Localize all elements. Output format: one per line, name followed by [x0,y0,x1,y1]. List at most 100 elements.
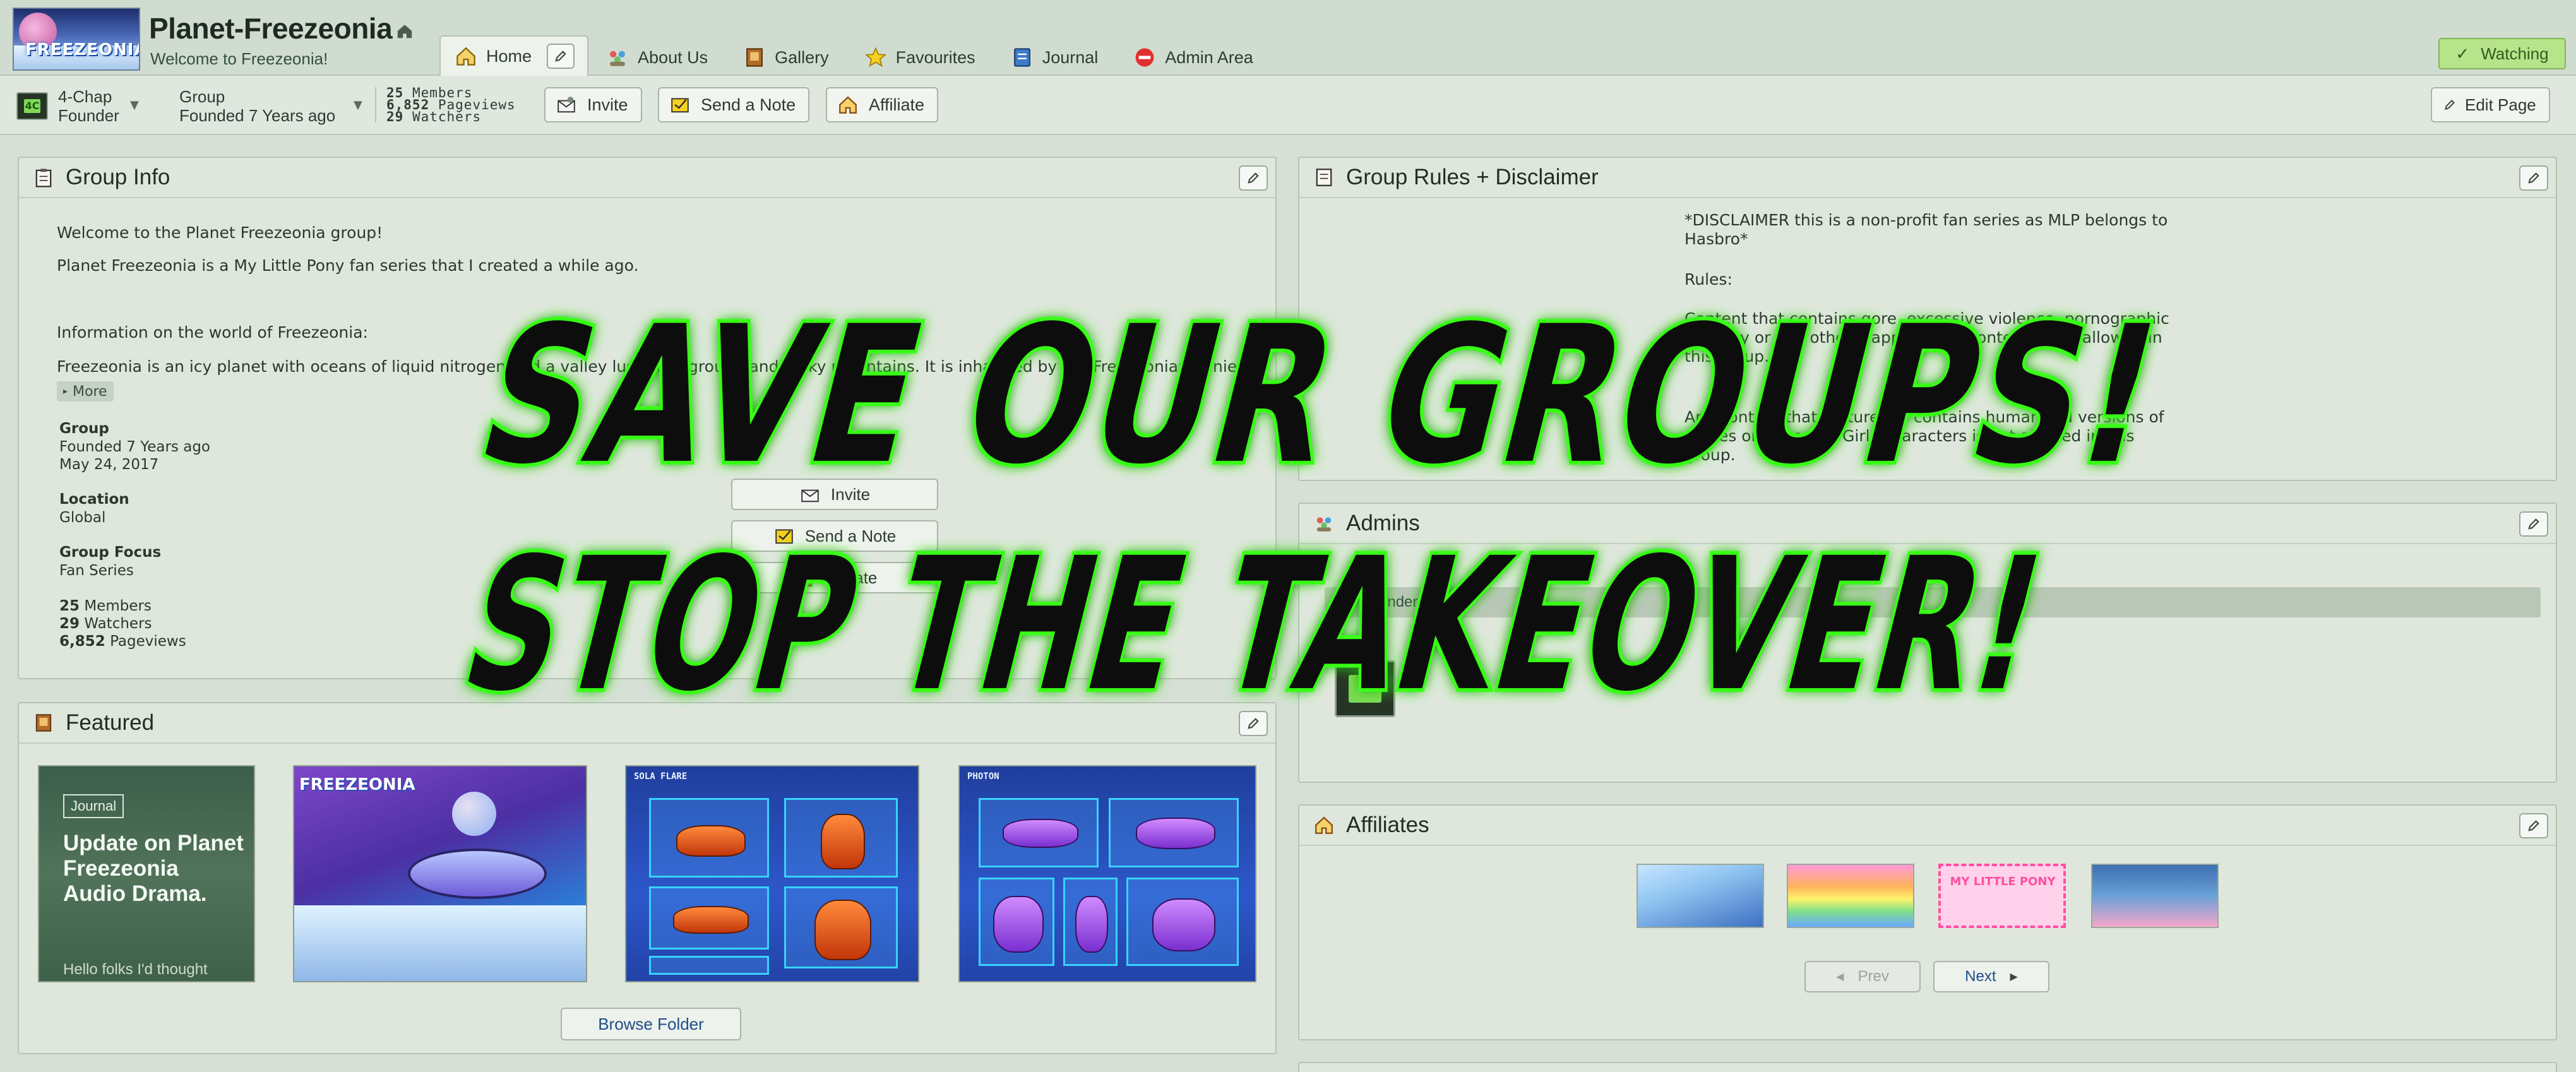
group-type-info: Group Founded 7 Years ago [179,87,335,125]
home-icon [455,45,477,68]
home-icon [1313,814,1335,836]
admins-panel: Admins [1298,503,2557,783]
gallery-icon [743,46,766,69]
group-tabs: Home About Us Gallery Favourites Journal… [439,35,1271,76]
document-icon [1313,167,1335,188]
browse-folder-button[interactable]: Browse Folder [561,1008,741,1040]
founded-date: May 24, 2017 [59,456,159,473]
affiliates-title: Affiliates [1346,813,1429,837]
tab-journal[interactable]: Journal [993,39,1116,76]
send-note-button-content[interactable]: Send a Note [731,520,938,552]
more-button[interactable]: ▸ More [57,381,114,402]
group-name[interactable]: Planet-Freezeonia [149,12,393,45]
invite-button-content[interactable]: Invite [731,479,938,510]
rules-line: imagery or any other inappropriate conte… [1685,328,2162,347]
featured-journal-thumb[interactable]: Journal Update on Planet Freezeonia Audi… [38,765,255,982]
planet-image [452,792,496,836]
spaceship-image [408,849,547,899]
edit-page-button[interactable]: Edit Page [2431,87,2550,122]
rules-line: this group. [1685,347,1770,366]
admin-avatar[interactable] [1335,660,1395,717]
founder-avatar[interactable]: 4C [16,92,48,120]
affiliate-thumb[interactable] [1787,864,1914,928]
edit-affiliates-button[interactable] [2519,813,2548,838]
edit-admins-button[interactable] [2519,511,2548,537]
tab-admin-area[interactable]: Admin Area [1116,39,1271,76]
pageviews-stat: 6,852 Pageviews [59,633,186,650]
tab-home[interactable]: Home [439,35,589,76]
rules-line: Content that contains gore, excessive vi… [1685,309,2169,328]
next-panel-edge [1298,1062,2557,1072]
edit-rules-button[interactable] [2519,165,2548,191]
founder-info[interactable]: 4-Chap Founder [58,87,119,125]
invite-button[interactable]: Invite [544,87,642,122]
affiliate-thumb[interactable] [2091,864,2219,928]
group-tagline: Welcome to Freezeonia! [150,49,328,68]
affiliates-panel: Affiliates [1298,804,2557,1040]
next-button[interactable]: Next ▶ [1933,961,2049,992]
group-logo[interactable]: FREEZEONIA [13,8,140,71]
featured-title: Featured [66,710,155,735]
affiliate-button-content[interactable]: Affiliate [731,562,938,593]
people-icon [1313,513,1335,534]
clipboard-icon [33,167,54,188]
pencil-icon [1248,172,1259,184]
star-icon [864,46,887,69]
affiliate-thumb[interactable] [1637,864,1764,928]
rules-line: Rules: [1685,270,1732,289]
thumb-label: PHOTON [967,771,999,782]
affiliate-button[interactable]: Affiliate [826,87,939,122]
location-value: Global [59,509,106,526]
chevron-down-icon[interactable]: ▼ [354,98,362,112]
pencil-icon [2528,820,2539,831]
journal-icon [1011,46,1034,69]
pencil-icon [2528,172,2539,184]
invite-icon [799,484,821,505]
prev-button[interactable]: ◀ Prev [1804,961,1921,992]
no-entry-icon [1133,46,1156,69]
featured-sola-flare-thumb[interactable]: SOLA FLARE [625,765,919,982]
group-header: FREEZEONIA Planet-Freezeonia Welcome to … [0,0,2576,76]
group-rules-title: Group Rules + Disclaimer [1346,165,1599,189]
edit-group-info-button[interactable] [1239,165,1268,191]
featured-photon-thumb[interactable]: PHOTON [958,765,1256,982]
pencil-icon [2528,518,2539,530]
focus-label: Group Focus [59,544,162,561]
send-note-button[interactable]: Send a Note [658,87,810,122]
featured-artwork-thumb[interactable]: FREEZEONIA [293,765,587,982]
tab-favourites[interactable]: Favourites [847,39,993,76]
watching-button[interactable]: ✓ Watching [2438,38,2566,69]
group-info-title: Group Info [66,165,170,189]
affiliate-thumb-text: MY LITTLE PONY [1950,875,2056,888]
chevron-left-icon: ◀ [1836,972,1844,982]
pencil-icon[interactable] [547,44,575,69]
members-stat: 25 Members [59,598,152,614]
home-icon [792,567,814,588]
tab-gallery[interactable]: Gallery [725,39,847,76]
chevron-right-icon: ▸ [63,386,68,396]
edit-featured-button[interactable] [1239,711,1268,736]
rules-line: group. [1685,446,1736,464]
note-icon [773,525,795,547]
group-stats: 25 Members 6,852 Pageviews 29 Watchers [386,85,516,124]
affiliate-thumb[interactable]: MY LITTLE PONY [1938,864,2066,928]
tab-about-us[interactable]: About Us [588,39,725,76]
rules-line: ponies or Equestria Girls characters is … [1685,427,2135,445]
founder-strip: Founder [1325,587,2541,617]
rules-line: Any content that features or contains hu… [1685,408,2164,426]
founder-name[interactable]: 4-Chap [58,87,119,106]
admins-title: Admins [1346,511,1420,535]
home-icon [837,94,859,116]
freezeonia-logo: FREEZEONIA [299,775,415,794]
journal-snippet: Hello folks I'd thought [63,961,208,978]
focus-value: Fan Series [59,563,134,579]
watchers-stat: 29 Watchers [59,616,152,632]
pencil-icon [2442,94,2457,116]
intro-text: Planet Freezeonia is a My Little Pony fa… [57,256,639,275]
chevron-down-icon[interactable]: ▼ [130,98,139,112]
location-label: Location [59,491,129,508]
invite-icon [556,94,577,116]
snow-ground [294,905,586,981]
chevron-right-icon: ▶ [2010,972,2018,982]
home-small-icon [397,25,412,39]
